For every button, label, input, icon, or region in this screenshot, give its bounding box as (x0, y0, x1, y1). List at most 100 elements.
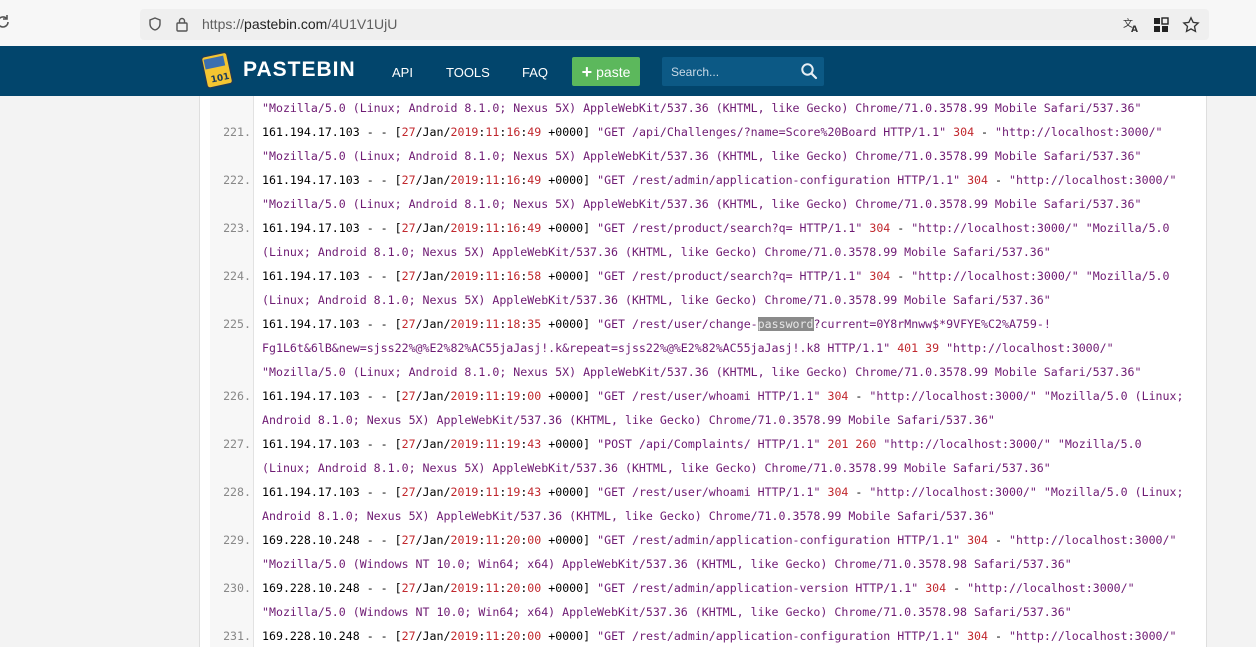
code-token: /Jan/ (415, 269, 451, 283)
code-token: "http://localhost:3000/" "Mozilla/5.0 (L… (869, 389, 1184, 403)
line-number: 225. (223, 317, 251, 331)
code-token: 161.194.17.103 - - [ (262, 317, 402, 331)
code-token: 11 (485, 269, 500, 283)
code-token: /Jan/ (415, 485, 451, 499)
code-token: "http://localhost:3000/" (995, 125, 1163, 139)
code-token: 27 (401, 125, 416, 139)
code-token: 16 (506, 125, 521, 139)
tracking-protection-icon[interactable] (148, 17, 162, 31)
search-icon[interactable] (800, 62, 818, 80)
line-text: "Mozilla/5.0 (Windows NT 10.0; Win64; x6… (262, 600, 1072, 624)
code-token: 16 (506, 269, 521, 283)
apps-grid-icon[interactable] (1151, 15, 1171, 35)
code-token: +0000] (541, 173, 598, 187)
paste-code-view: "Mozilla/5.0 (Linux; Android 8.1.0; Nexu… (200, 96, 1206, 647)
site-header: 101 PASTEBIN API TOOLS FAQ + paste (0, 46, 1256, 96)
code-token: - (988, 629, 1009, 643)
code-token: 161.194.17.103 - - [ (262, 389, 402, 403)
code-token: 27 (401, 629, 416, 643)
code-token: 27 (401, 269, 416, 283)
code-token: 00 (527, 629, 542, 643)
code-token: 18 (506, 317, 521, 331)
code-token: (Linux; Android 8.1.0; Nexus 5X) AppleWe… (262, 293, 1051, 307)
code-token: 11 (485, 221, 500, 235)
code-token: "Mozilla/5.0 (Windows NT 10.0; Win64; x6… (262, 605, 1072, 619)
new-paste-button[interactable]: + paste (572, 57, 640, 86)
code-token: "http://localhost:3000/" "Mozilla/5.0 (883, 437, 1142, 451)
browser-toolbar: https://pastebin.com/4U1V1UjU 文A (0, 0, 1256, 47)
code-token: /Jan/ (415, 125, 451, 139)
line-text: 169.228.10.248 - - [27/Jan/2019:11:20:00… (262, 624, 1177, 648)
line-text: (Linux; Android 8.1.0; Nexus 5X) AppleWe… (262, 456, 1051, 480)
code-token: 11 (485, 317, 500, 331)
code-token: 11 (485, 581, 500, 595)
new-paste-label: paste (596, 63, 631, 80)
code-token: "Mozilla/5.0 (Linux; Android 8.1.0; Nexu… (262, 197, 1142, 211)
code-token: 00 (527, 581, 542, 595)
code-token: /Jan/ (415, 581, 451, 595)
code-token: Android 8.1.0; Nexus 5X) AppleWebKit/537… (262, 413, 995, 427)
reload-icon[interactable] (0, 13, 12, 31)
code-token: +0000] (541, 317, 598, 331)
code-token: 43 (527, 485, 542, 499)
right-margin (1206, 96, 1256, 647)
line-text: Android 8.1.0; Nexus 5X) AppleWebKit/537… (262, 504, 995, 528)
left-margin (0, 96, 200, 647)
code-token: /Jan/ (415, 389, 451, 403)
code-token: 19 (506, 437, 521, 451)
code-token: 2019 (450, 125, 479, 139)
code-token: +0000] (541, 389, 598, 403)
line-text: 161.194.17.103 - - [27/Jan/2019:11:18:35… (262, 312, 1051, 336)
line-text: 161.194.17.103 - - [27/Jan/2019:11:19:43… (262, 480, 1183, 504)
code-token: 11 (485, 173, 500, 187)
code-token: "Mozilla/5.0 (Linux; Android 8.1.0; Nexu… (262, 149, 1142, 163)
line-text: Android 8.1.0; Nexus 5X) AppleWebKit/537… (262, 408, 995, 432)
nav-tools[interactable]: TOOLS (446, 65, 490, 80)
code-token: - (974, 125, 996, 139)
nav-faq[interactable]: FAQ (522, 65, 548, 80)
code-token: /Jan/ (415, 533, 451, 547)
code-token: 304 (967, 173, 989, 187)
code-token: 2019 (450, 581, 479, 595)
code-token: 2019 (450, 485, 479, 499)
address-bar-tools: 文A (1121, 15, 1201, 35)
code-token: 161.194.17.103 - - [ (262, 221, 402, 235)
nav-api[interactable]: API (392, 65, 413, 80)
code-token: ?current=0Y8rMnww$*9VFYE%C2%A759-! (813, 317, 1051, 331)
code-token: +0000] (541, 581, 598, 595)
code-token: 304 (925, 581, 947, 595)
line-text: "Mozilla/5.0 (Linux; Android 8.1.0; Nexu… (262, 144, 1141, 168)
code-token: +0000] (541, 437, 598, 451)
favorite-star-icon[interactable] (1181, 15, 1201, 35)
code-token: 304 (869, 221, 891, 235)
code-token: /Jan/ (415, 629, 451, 643)
code-token: 19 (506, 485, 521, 499)
code-token: "http://localhost:3000/" (1008, 629, 1177, 643)
code-token: 304 (827, 485, 849, 499)
code-token: "GET /rest/admin/application-configurati… (597, 173, 961, 187)
address-bar[interactable]: https://pastebin.com/4U1V1UjU 文A (140, 9, 1209, 40)
url-scheme: https:// (202, 16, 245, 32)
line-number: 231. (223, 629, 251, 643)
lock-icon[interactable] (175, 16, 189, 32)
code-token: /Jan/ (415, 173, 451, 187)
translate-icon[interactable]: 文A (1121, 15, 1141, 35)
code-token: +0000] (541, 125, 598, 139)
code-token: "GET /rest/admin/application-version HTT… (597, 581, 919, 595)
code-token: 27 (401, 389, 416, 403)
plus-icon: + (581, 61, 593, 82)
brand-name[interactable]: PASTEBIN (243, 58, 356, 82)
pastebin-logo-icon[interactable]: 101 (200, 51, 235, 89)
url-text[interactable]: https://pastebin.com/4U1V1UjU (202, 16, 397, 32)
line-text: (Linux; Android 8.1.0; Nexus 5X) AppleWe… (262, 240, 1051, 264)
code-token: 00 (527, 533, 542, 547)
code-token: 49 (527, 125, 542, 139)
url-host: pastebin.com (244, 16, 328, 32)
code-token: /Jan/ (415, 221, 451, 235)
search-input[interactable] (662, 57, 791, 86)
code-token: Android 8.1.0; Nexus 5X) AppleWebKit/537… (262, 509, 995, 523)
code-token: 49 (527, 173, 542, 187)
line-text: 161.194.17.103 - - [27/Jan/2019:11:19:00… (262, 384, 1183, 408)
code-token: 19 (506, 389, 521, 403)
code-token: 11 (485, 485, 500, 499)
